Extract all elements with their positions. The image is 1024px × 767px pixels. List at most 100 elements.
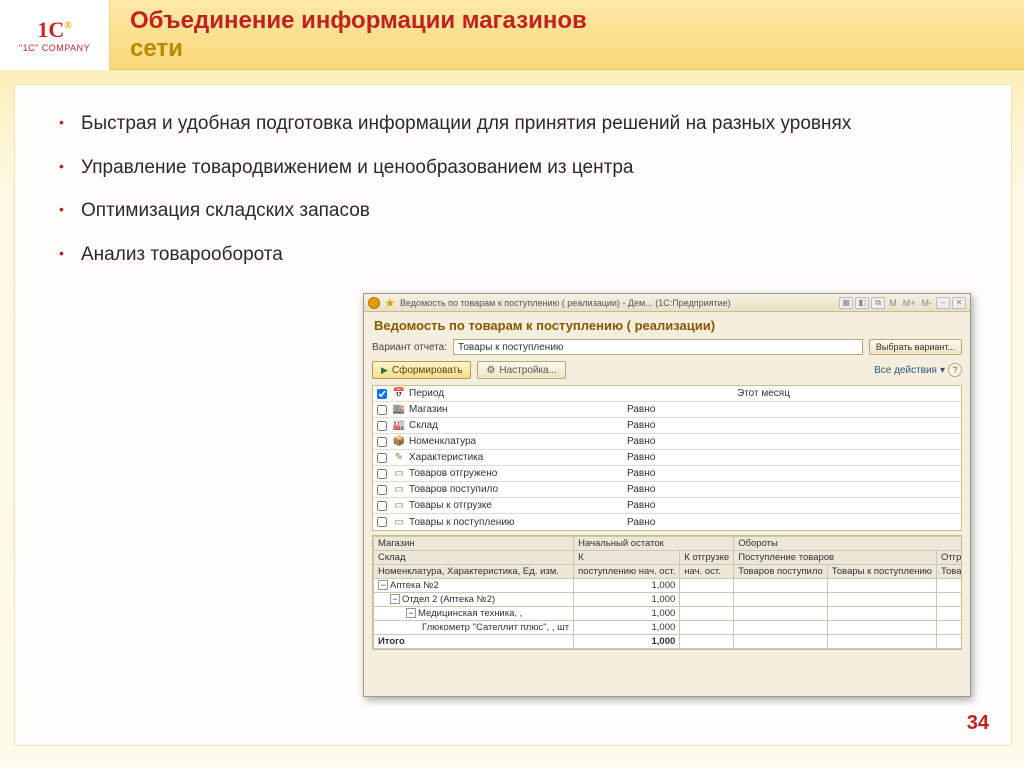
- filter-op: Равно: [627, 500, 737, 511]
- app-icon: [368, 297, 380, 309]
- filter-op: Равно: [627, 468, 737, 479]
- table-header-row: Номенклатура, Характеристика, Ед. изм. п…: [374, 565, 963, 579]
- col-postup-nach: поступлению нач. ост.: [574, 565, 680, 579]
- bullet-list: Быстрая и удобная подготовка информации …: [55, 111, 973, 268]
- filters-panel: 📅 Период Этот месяц 🏬 Магазин Равно 🏭 Ск…: [372, 385, 962, 531]
- form-button[interactable]: ▶Сформировать: [372, 361, 471, 379]
- m-minus-button[interactable]: M-: [920, 298, 935, 308]
- table-header-row: Магазин Начальный остаток Обороты К: [374, 537, 963, 551]
- filter-row: 🏬 Магазин Равно: [373, 402, 961, 418]
- warehouse-icon: 🏭: [391, 420, 407, 431]
- variant-input[interactable]: Товары к поступлению: [453, 339, 863, 355]
- col-k-otgruzke: К отгрузке: [680, 551, 734, 565]
- filter-checkbox[interactable]: [377, 501, 387, 511]
- box-icon: ▭: [391, 500, 407, 511]
- col-tovarov-postupilo: Товаров поступило: [734, 565, 828, 579]
- toolbar-icon[interactable]: ▦: [839, 297, 853, 309]
- filter-checkbox[interactable]: [377, 421, 387, 431]
- bullet-item: Оптимизация складских запасов: [55, 198, 973, 224]
- col-nomenklatura: Номенклатура, Характеристика, Ед. изм.: [374, 565, 574, 579]
- page-number: 34: [967, 712, 989, 735]
- data-table-wrap[interactable]: Магазин Начальный остаток Обороты К Скла…: [372, 535, 962, 650]
- filter-op: Равно: [627, 436, 737, 447]
- calendar-icon: 📅: [391, 388, 407, 399]
- table-header-row: Склад К К отгрузке Поступление товаров О…: [374, 551, 963, 565]
- toolbar-icon[interactable]: ⧉: [871, 297, 885, 309]
- filter-checkbox[interactable]: [377, 517, 387, 527]
- filter-row: ▭ Товары к поступлению Равно: [373, 514, 961, 530]
- filter-op: Равно: [627, 484, 737, 495]
- box-icon: ▭: [391, 484, 407, 495]
- slide-header: 1C® "1C" COMPANY Объединение информации …: [0, 0, 1024, 70]
- col-nach-ost2: нач. ост.: [680, 565, 734, 579]
- settings-button[interactable]: ⚙Настройка...: [477, 361, 566, 379]
- table-row[interactable]: Глюкометр "Сателлит плюс", , шт 1,000: [374, 621, 963, 635]
- tree-toggle[interactable]: −: [378, 580, 388, 590]
- logo-1c: 1C®: [37, 17, 71, 43]
- minimize-icon[interactable]: –: [936, 297, 950, 309]
- report-toolbar: ▶Сформировать ⚙Настройка... Все действия…: [364, 359, 970, 385]
- filter-checkbox[interactable]: [377, 453, 387, 463]
- col-k2: К: [574, 551, 680, 565]
- filter-label: Период: [407, 388, 627, 399]
- variant-label: Вариант отчета:: [372, 342, 447, 353]
- table-row[interactable]: −Отдел 2 (Аптека №2) 1,000: [374, 593, 963, 607]
- filter-row: ▭ Товаров отгружено Равно: [373, 466, 961, 482]
- filter-checkbox[interactable]: [377, 389, 387, 399]
- filter-op: Равно: [627, 452, 737, 463]
- filter-value[interactable]: Этот месяц: [737, 388, 961, 399]
- close-icon[interactable]: ✕: [952, 297, 966, 309]
- col-sklad: Склад: [374, 551, 574, 565]
- table-body: −Аптека №2 1,000 −Отдел 2 (Аптека №2) 1,…: [374, 579, 963, 649]
- filter-checkbox[interactable]: [377, 405, 387, 415]
- tree-toggle[interactable]: −: [406, 608, 416, 618]
- logo-company: "1C" COMPANY: [19, 43, 90, 53]
- char-icon: ✎: [391, 452, 407, 463]
- play-icon: ▶: [381, 365, 388, 376]
- m-plus-button[interactable]: M+: [901, 298, 918, 308]
- filter-label: Товаров отгружено: [407, 468, 627, 479]
- filter-row: ✎ Характеристика Равно: [373, 450, 961, 466]
- app-window: ★ Ведомость по товарам к поступлению ( р…: [363, 293, 971, 697]
- col-oboroty: Обороты: [734, 537, 962, 551]
- m-button[interactable]: M: [887, 298, 899, 308]
- favorite-icon[interactable]: ★: [384, 297, 396, 309]
- filter-label: Товары к поступлению: [407, 517, 627, 528]
- filter-row: ▭ Товаров поступило Равно: [373, 482, 961, 498]
- box-icon: ▭: [391, 517, 407, 528]
- app-titlebar: ★ Ведомость по товарам к поступлению ( р…: [364, 294, 970, 312]
- variant-row: Вариант отчета: Товары к поступлению Выб…: [364, 337, 970, 359]
- tree-toggle[interactable]: −: [390, 594, 400, 604]
- all-actions-menu[interactable]: Все действия▾?: [874, 363, 962, 377]
- filter-label: Характеристика: [407, 452, 627, 463]
- select-variant-button[interactable]: Выбрать вариант...: [869, 339, 962, 355]
- box-icon: ▭: [391, 468, 407, 479]
- bullet-item: Управление товародвижением и ценообразов…: [55, 155, 973, 181]
- col-tovary-k-postup: Товары к поступлению: [827, 565, 936, 579]
- data-table: Магазин Начальный остаток Обороты К Скла…: [373, 536, 962, 649]
- col-magazin: Магазин: [374, 537, 574, 551]
- table-row[interactable]: −Медицинская техника, , 1,000: [374, 607, 963, 621]
- toolbar-icon[interactable]: ◧: [855, 297, 869, 309]
- filter-op: Равно: [627, 517, 737, 528]
- help-icon[interactable]: ?: [948, 363, 962, 377]
- col-nach-ost: Начальный остаток: [574, 537, 734, 551]
- filter-checkbox[interactable]: [377, 469, 387, 479]
- filter-row: ▭ Товары к отгрузке Равно: [373, 498, 961, 514]
- filter-row: 📦 Номенклатура Равно: [373, 434, 961, 450]
- filter-checkbox[interactable]: [377, 485, 387, 495]
- report-title: Ведомость по товарам к поступлению ( реа…: [364, 312, 970, 337]
- filter-op: Равно: [627, 404, 737, 415]
- shop-icon: 🏬: [391, 404, 407, 415]
- logo: 1C® "1C" COMPANY: [0, 0, 110, 70]
- filter-op: Равно: [627, 420, 737, 431]
- table-row[interactable]: −Аптека №2 1,000: [374, 579, 963, 593]
- filter-checkbox[interactable]: [377, 437, 387, 447]
- bullet-item: Анализ товарооборота: [55, 242, 973, 268]
- slide-content: Быстрая и удобная подготовка информации …: [14, 84, 1012, 746]
- window-title: Ведомость по товарам к поступлению ( реа…: [400, 298, 731, 308]
- bullet-item: Быстрая и удобная подготовка информации …: [55, 111, 973, 137]
- table-row-total: Итого 1,000: [374, 635, 963, 649]
- col-tovarov-otgruzheno: Товаров отгружено: [936, 565, 962, 579]
- filter-row: 🏭 Склад Равно: [373, 418, 961, 434]
